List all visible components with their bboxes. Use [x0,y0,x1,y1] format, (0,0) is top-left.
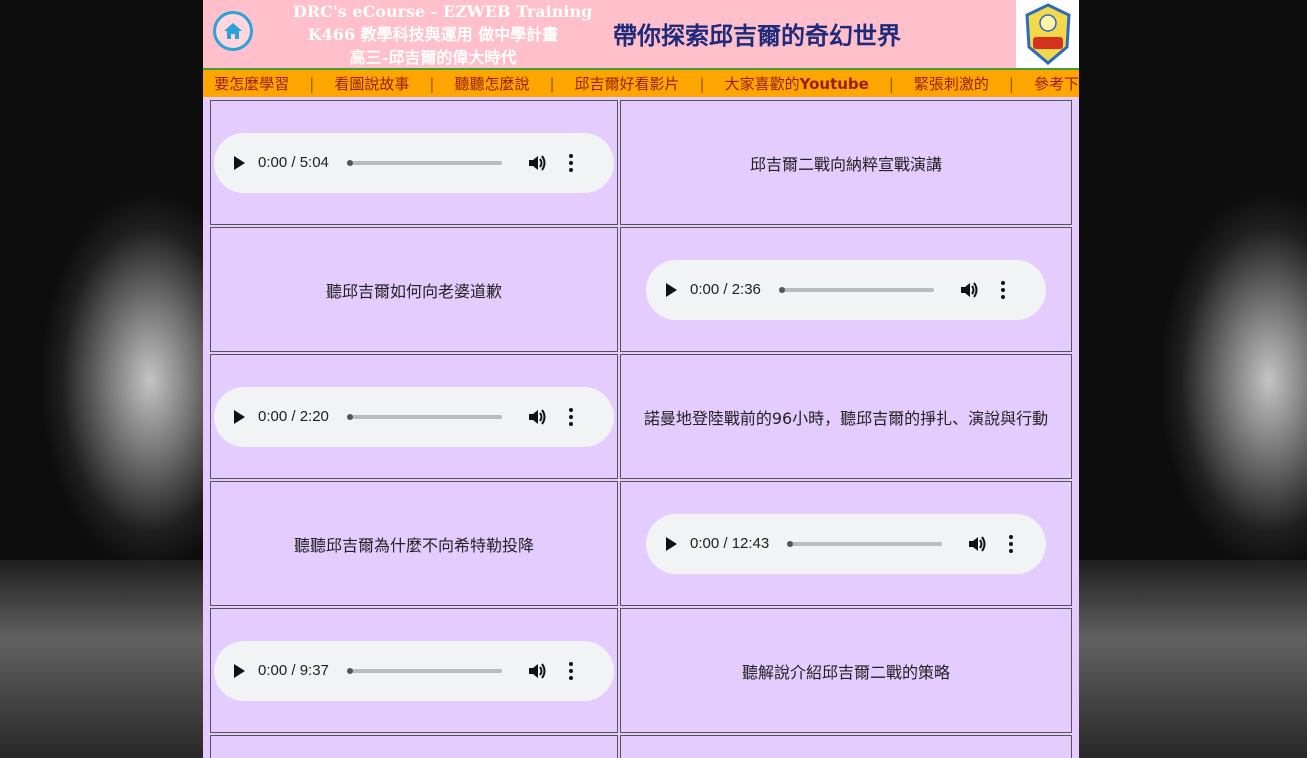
course-title-line3: 高三-邱吉爾的偉大時代 [349,48,517,67]
play-icon[interactable] [666,282,677,297]
empty-cell [210,735,618,758]
audio-title-cell: 聽解說介紹邱吉爾二戰的策略 [620,608,1072,733]
nav-item-how-to-learn[interactable]: 要怎麼學習 [214,73,289,94]
home-button[interactable] [213,11,253,51]
audio-title: 聽聽邱吉爾為什麼不向希特勒投降 [293,535,534,555]
volume-icon[interactable] [959,281,979,299]
course-title-line1: DRC's eCourse - EZWEB Training [293,2,593,21]
volume-icon[interactable] [967,535,987,553]
audio-progress-slider[interactable] [346,159,502,166]
audio-title-cell: 聽邱吉爾如何向老婆道歉 [210,227,618,352]
table-row: 聽聽邱吉爾為什麼不向希特勒投降 0:00 / 12:43 [209,480,1073,607]
nav-item-favorite-youtube[interactable]: 大家喜歡的Youtube [725,73,869,94]
nav-item-churchill-videos[interactable]: 邱吉爾好看影片 [575,73,680,94]
nav-separator: | [549,74,555,93]
nav-separator: | [429,74,435,93]
play-icon[interactable] [234,663,245,678]
audio-player[interactable]: 0:00 / 12:43 [646,513,1046,574]
logo-emblem-icon [1024,3,1071,65]
more-vert-icon[interactable] [568,407,573,426]
audio-title: 聽解說介紹邱吉爾二戰的策略 [741,662,950,682]
table-row: 0:00 / 9:37 聽解說介紹邱吉爾二戰的策略 [209,607,1073,734]
audio-time: 0:00 / 2:36 [690,281,761,298]
audio-progress-slider[interactable] [787,540,943,547]
slogan-heading: 帶你探索邱吉爾的奇幻世界 [613,22,901,50]
header-banner: DRC's eCourse - EZWEB Training K466 教學科技… [203,0,1079,68]
audio-title: 聽邱吉爾如何向老婆道歉 [325,281,502,301]
nav-item-thrilling[interactable]: 緊張刺激的 [914,73,989,94]
empty-cell [620,735,1072,758]
audio-time: 0:00 / 12:43 [690,535,770,552]
audio-player[interactable]: 0:00 / 2:20 [214,386,614,447]
course-title-block: DRC's eCourse - EZWEB Training K466 教學科技… [293,0,593,69]
background-portrait-right [1079,0,1307,758]
audio-progress-slider[interactable] [346,413,502,420]
audio-time: 0:00 / 2:20 [258,408,329,425]
school-logo [1016,0,1079,68]
audio-player[interactable]: 0:00 / 2:36 [646,259,1046,320]
audio-cell: 0:00 / 2:20 [210,354,618,479]
volume-icon[interactable] [527,662,547,680]
background-portrait-left [0,0,203,758]
nav-separator: | [699,74,705,93]
audio-title-cell: 聽聽邱吉爾為什麼不向希特勒投降 [210,481,618,606]
nav-separator: | [309,74,315,93]
audio-cell: 0:00 / 5:04 [210,100,618,225]
audio-progress-slider[interactable] [778,286,934,293]
audio-progress-slider[interactable] [346,667,502,674]
volume-icon[interactable] [527,408,547,426]
play-icon[interactable] [234,155,245,170]
course-title-line2: K466 教學科技與運用 做中學計畫 [307,25,559,44]
volume-icon[interactable] [527,154,547,172]
more-vert-icon[interactable] [568,153,573,172]
nav-item-youtube-word: Youtube [799,75,869,93]
audio-player[interactable]: 0:00 / 9:37 [214,640,614,701]
audio-time: 0:00 / 9:37 [258,662,329,679]
page-container: DRC's eCourse - EZWEB Training K466 教學科技… [203,0,1079,758]
main-nav: 要怎麼學習 | 看圖說故事 | 聽聽怎麼說 | 邱吉爾好看影片 | 大家喜歡的Y… [203,68,1079,97]
audio-cell: 0:00 / 2:36 [620,227,1072,352]
table-row: 0:00 / 5:04 邱吉爾二戰向納粹宣戰演講 [209,99,1073,226]
more-vert-icon[interactable] [568,661,573,680]
more-vert-icon[interactable] [1009,534,1014,553]
audio-title-cell: 邱吉爾二戰向納粹宣戰演講 [620,100,1072,225]
audio-table: 0:00 / 5:04 邱吉爾二戰向納粹宣戰演講聽邱吉爾如何向老婆道歉 0:00 /… [209,99,1073,758]
nav-item-picture-stories[interactable]: 看圖說故事 [334,73,409,94]
nav-separator: | [1008,74,1014,93]
nav-item-favorite-label: 大家喜歡的 [724,75,800,93]
nav-item-listen[interactable]: 聽聽怎麼說 [454,73,529,94]
nav-separator: | [888,74,894,93]
more-vert-icon[interactable] [1000,280,1005,299]
audio-player[interactable]: 0:00 / 5:04 [214,132,614,193]
table-row: 聽邱吉爾如何向老婆道歉 0:00 / 2:36 [209,226,1073,353]
table-row [209,734,1073,758]
table-row: 0:00 / 2:20 諾曼地登陸戰前的96小時，聽邱吉爾的掙扎、演說與行動 [209,353,1073,480]
play-icon[interactable] [666,536,677,551]
nav-item-references[interactable]: 參考下 [1034,73,1079,94]
audio-title-cell: 諾曼地登陸戰前的96小時，聽邱吉爾的掙扎、演說與行動 [620,354,1072,479]
home-icon [224,23,242,39]
audio-title: 邱吉爾二戰向納粹宣戰演講 [749,154,942,174]
audio-cell: 0:00 / 12:43 [620,481,1072,606]
play-icon[interactable] [234,409,245,424]
audio-time: 0:00 / 5:04 [258,154,329,171]
audio-title: 諾曼地登陸戰前的96小時，聽邱吉爾的掙扎、演說與行動 [643,408,1049,428]
audio-cell: 0:00 / 9:37 [210,608,618,733]
